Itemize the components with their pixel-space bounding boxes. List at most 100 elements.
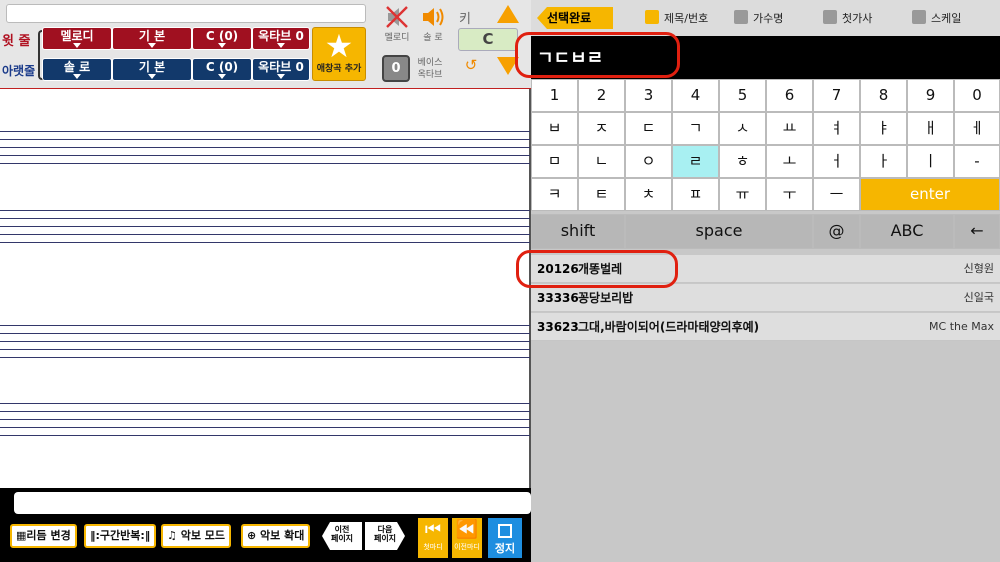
result-row[interactable]: 33336 꽁당보리밥 신일국 — [531, 284, 1000, 312]
key-8[interactable]: 8 — [860, 79, 907, 112]
key-ae[interactable]: ㅐ — [907, 112, 954, 145]
lower-octave-label: 옥타브 0 — [258, 60, 304, 74]
song-title-field[interactable] — [6, 4, 366, 23]
space-key[interactable]: space — [625, 214, 813, 249]
reset-key-icon[interactable]: ↺ — [462, 56, 480, 74]
next-page-button[interactable]: 다음 페이지 — [365, 522, 405, 550]
key-eu[interactable]: ㅡ — [813, 178, 860, 211]
key-tieut[interactable]: ㅌ — [578, 178, 625, 211]
key-yo[interactable]: ㅛ — [766, 112, 813, 145]
solo-volume-icon[interactable] — [420, 4, 446, 30]
chevron-down-icon — [277, 43, 285, 48]
key-kieuk[interactable]: ㅋ — [531, 178, 578, 211]
key-4[interactable]: 4 — [672, 79, 719, 112]
key-eo[interactable]: ㅓ — [813, 145, 860, 178]
upper-octave-label: 옥타브 0 — [258, 29, 304, 43]
key-pieup[interactable]: ㅍ — [672, 178, 719, 211]
key-bieup[interactable]: ㅂ — [531, 112, 578, 145]
key-mieum[interactable]: ㅁ — [531, 145, 578, 178]
key-2[interactable]: 2 — [578, 79, 625, 112]
result-row[interactable]: 33623 그대,바람이되어(드라마태양의후예) MC the Max — [531, 313, 1000, 341]
key-nieun[interactable]: ㄴ — [578, 145, 625, 178]
lower-instrument-label: 솔 로 — [63, 60, 91, 74]
backspace-key[interactable]: ← — [954, 214, 1000, 249]
key-3[interactable]: 3 — [625, 79, 672, 112]
score-area[interactable] — [0, 88, 531, 488]
rhythm-change-button[interactable]: ▦리듬 변경 — [10, 524, 77, 548]
upper-octave-select[interactable]: 옥타브 0 — [252, 27, 310, 50]
key-siot[interactable]: ㅅ — [719, 112, 766, 145]
result-singer: MC the Max — [929, 320, 994, 333]
key-down-button[interactable] — [497, 57, 519, 75]
search-panel: 선택완료 제목/번호 가수명 첫가사 스케일 ㄱㄷㅂㄹ 1 2 3 4 5 6 … — [531, 0, 1000, 562]
filter-title-checkbox[interactable] — [645, 10, 659, 24]
next-page-label-2: 페이지 — [373, 534, 397, 543]
filter-lyrics-checkbox[interactable] — [823, 10, 837, 24]
filter-singer-checkbox[interactable] — [734, 10, 748, 24]
upper-style-label: 기 본 — [138, 29, 166, 43]
search-input[interactable]: ㄱㄷㅂㄹ — [531, 36, 1000, 79]
bass-octave-label-bottom: 옥타브 — [417, 70, 443, 80]
key-i[interactable]: ㅣ — [907, 145, 954, 178]
lower-octave-select[interactable]: 옥타브 0 — [252, 58, 310, 81]
repeat-icon: ‖: — [90, 529, 100, 542]
key-6[interactable]: 6 — [766, 79, 813, 112]
prev-bar-button[interactable]: ⏪ 이전마디 — [452, 518, 482, 558]
search-filter-bar: 선택완료 제목/번호 가수명 첫가사 스케일 — [531, 0, 1000, 36]
shift-key[interactable]: shift — [531, 214, 625, 249]
upper-key-select[interactable]: C (0) — [192, 27, 252, 50]
key-chieut[interactable]: ㅊ — [625, 178, 672, 211]
prev-bar-label: 이전마디 — [454, 543, 480, 551]
lower-style-label: 기 본 — [138, 60, 166, 74]
key-yu[interactable]: ㅠ — [719, 178, 766, 211]
upper-instrument-label: 멜로디 — [60, 29, 94, 43]
key-dash[interactable]: - — [954, 145, 1000, 178]
key-u[interactable]: ㅜ — [766, 178, 813, 211]
upper-style-select[interactable]: 기 본 — [112, 27, 192, 50]
key-0[interactable]: 0 — [954, 79, 1000, 112]
key-giyeok[interactable]: ㄱ — [672, 112, 719, 145]
abc-key[interactable]: ABC — [860, 214, 954, 249]
filter-scale-checkbox[interactable] — [912, 10, 926, 24]
score-top-line — [0, 88, 531, 89]
key-up-button[interactable] — [497, 5, 519, 23]
result-singer: 신형원 — [963, 262, 994, 275]
selection-done-button[interactable]: 선택완료 — [537, 7, 613, 29]
key-digeut[interactable]: ㄷ — [625, 112, 672, 145]
key-9[interactable]: 9 — [907, 79, 954, 112]
score-mode-label: 악보 모드 — [180, 529, 226, 542]
score-zoom-button[interactable]: ⊕ 악보 확대 — [241, 524, 311, 548]
bass-octave-value[interactable]: 0 — [382, 55, 410, 82]
lower-key-select[interactable]: C (0) — [192, 58, 252, 81]
key-7[interactable]: 7 — [813, 79, 860, 112]
score-mode-button[interactable]: ♫ 악보 모드 — [161, 524, 232, 548]
stop-button[interactable]: 정지 — [488, 518, 522, 558]
first-bar-button[interactable]: ⏮ 첫마디 — [418, 518, 448, 558]
section-repeat-button[interactable]: ‖:구간반복:‖ — [84, 524, 157, 548]
stop-icon — [498, 524, 512, 538]
filter-scale-label: 스케일 — [931, 12, 962, 25]
at-key[interactable]: @ — [813, 214, 860, 249]
key-e[interactable]: ㅔ — [954, 112, 1000, 145]
result-row[interactable]: 20126 개똥벌레 신형원 — [531, 255, 1000, 283]
key-a[interactable]: ㅏ — [860, 145, 907, 178]
lower-style-select[interactable]: 기 본 — [112, 58, 192, 81]
melody-mute-icon[interactable] — [384, 4, 410, 30]
upper-instrument-select[interactable]: 멜로디 — [42, 27, 112, 50]
result-title: 그대,바람이되어(드라마태양의후예) — [578, 320, 760, 334]
prev-page-button[interactable]: 이전 페이지 — [322, 522, 362, 550]
chevron-down-icon — [73, 74, 81, 79]
key-ieung[interactable]: ㅇ — [625, 145, 672, 178]
key-hieut[interactable]: ㅎ — [719, 145, 766, 178]
key-jieut[interactable]: ㅈ — [578, 112, 625, 145]
key-rieul[interactable]: ㄹ — [672, 145, 719, 178]
add-favorite-button[interactable]: ★ 애창곡 추가 — [312, 27, 366, 81]
key-1[interactable]: 1 — [531, 79, 578, 112]
key-yeo[interactable]: ㅕ — [813, 112, 860, 145]
key-o[interactable]: ㅗ — [766, 145, 813, 178]
enter-key[interactable]: enter — [860, 178, 1000, 211]
key-5[interactable]: 5 — [719, 79, 766, 112]
key-ya[interactable]: ㅑ — [860, 112, 907, 145]
lower-instrument-select[interactable]: 솔 로 — [42, 58, 112, 81]
add-favorite-label: 애창곡 추가 — [316, 64, 362, 74]
